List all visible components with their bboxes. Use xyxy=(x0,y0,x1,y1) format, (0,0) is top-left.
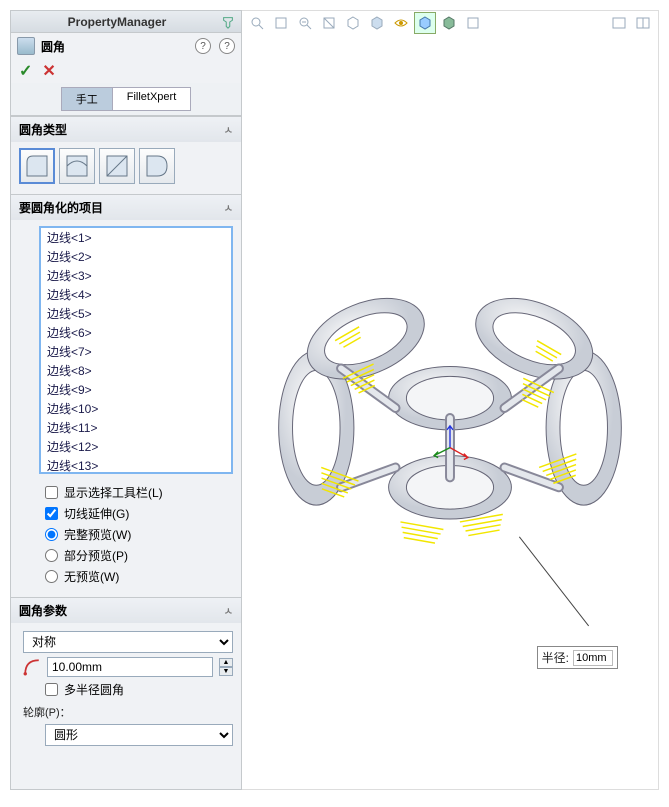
section-title: 要圆角化的项目 xyxy=(19,199,103,216)
section-fillet-type: 圆角类型 ㅅ xyxy=(11,116,241,194)
confirm-row: ✓ ✕ xyxy=(11,59,241,83)
chk-multi-radius[interactable]: 多半径圆角 xyxy=(19,679,233,700)
zoom-area-icon[interactable] xyxy=(270,12,292,34)
list-item[interactable]: 边线<5> xyxy=(41,304,231,323)
display-style-icon[interactable] xyxy=(366,12,388,34)
zoom-fit-icon[interactable] xyxy=(246,12,268,34)
profile-row: 圆形 xyxy=(19,722,233,748)
chevron-up-icon: ㅅ xyxy=(224,122,233,137)
type-full[interactable] xyxy=(139,148,175,184)
type-variable[interactable] xyxy=(59,148,95,184)
view-orient-icon[interactable] xyxy=(342,12,364,34)
callout-value[interactable] xyxy=(573,650,613,666)
radius-row: ▲▼ xyxy=(19,655,233,679)
feature-title-row: 圆角 ? ? xyxy=(11,33,241,59)
tab-manual[interactable]: 手工 xyxy=(61,87,113,111)
tab-filletxpert[interactable]: FilletXpert xyxy=(113,87,192,111)
list-item[interactable]: 边线<1> xyxy=(41,228,231,247)
help2-icon[interactable]: ? xyxy=(219,38,235,54)
list-item[interactable]: 边线<6> xyxy=(41,323,231,342)
pm-header: PropertyManager xyxy=(11,11,241,33)
list-item[interactable]: 边线<8> xyxy=(41,361,231,380)
chk-tangent[interactable]: 切线延伸(G) xyxy=(19,503,233,524)
radius-callout[interactable]: 半径: xyxy=(537,646,618,669)
radio-full-preview[interactable]: 完整预览(W) xyxy=(19,524,233,545)
model-view[interactable] xyxy=(242,37,658,789)
section-items: 要圆角化的项目 ㅅ 边线<1>边线<2>边线<3>边线<4>边线<5>边线<6>… xyxy=(11,194,241,597)
help-icon[interactable]: ? xyxy=(195,38,211,54)
viewport-layout-icon[interactable] xyxy=(608,12,630,34)
mode-tabs: 手工 FilletXpert xyxy=(11,83,241,116)
section-params: 圆角参数 ㅅ 对称 ▲▼ 多半径圆角 轮廓(P)： 圆形 xyxy=(11,597,241,758)
section-head-type[interactable]: 圆角类型 ㅅ xyxy=(11,117,241,142)
fillet-icon xyxy=(17,37,35,55)
chevron-up-icon: ㅅ xyxy=(224,603,233,618)
list-item[interactable]: 边线<4> xyxy=(41,285,231,304)
cancel-button[interactable]: ✕ xyxy=(42,61,55,81)
section-view-icon[interactable] xyxy=(318,12,340,34)
type-face[interactable] xyxy=(99,148,135,184)
apply-scene-icon[interactable] xyxy=(438,12,460,34)
list-item[interactable]: 边线<7> xyxy=(41,342,231,361)
pm-title: PropertyManager xyxy=(15,15,219,29)
radio-no-preview[interactable]: 无预览(W) xyxy=(19,566,233,587)
fillet-type-options xyxy=(19,148,233,184)
pin-icon[interactable] xyxy=(219,13,237,31)
prev-view-icon[interactable] xyxy=(294,12,316,34)
profile-label: 轮廓(P)： xyxy=(23,704,233,720)
hide-show-icon[interactable] xyxy=(390,12,412,34)
view-toolbar xyxy=(242,10,658,36)
list-item[interactable]: 边线<9> xyxy=(41,380,231,399)
list-item[interactable]: 边线<10> xyxy=(41,399,231,418)
type-constant[interactable] xyxy=(19,148,55,184)
callout-label: 半径: xyxy=(542,649,569,666)
list-item[interactable]: 边线<13> xyxy=(41,456,231,474)
section-head-params[interactable]: 圆角参数 ㅅ xyxy=(11,598,241,623)
list-item[interactable]: 边线<3> xyxy=(41,266,231,285)
radius-icon xyxy=(23,658,41,676)
section-title: 圆角类型 xyxy=(19,121,67,138)
section-head-items[interactable]: 要圆角化的项目 ㅅ xyxy=(11,195,241,220)
viewport-link-icon[interactable] xyxy=(632,12,654,34)
symmetry-select[interactable]: 对称 xyxy=(23,631,233,653)
feature-name: 圆角 xyxy=(41,38,187,55)
radius-input[interactable] xyxy=(47,657,213,677)
section-title: 圆角参数 xyxy=(19,602,67,619)
edge-selection-list[interactable]: 边线<1>边线<2>边线<3>边线<4>边线<5>边线<6>边线<7>边线<8>… xyxy=(39,226,233,474)
list-item[interactable]: 边线<2> xyxy=(41,247,231,266)
list-item[interactable]: 边线<11> xyxy=(41,418,231,437)
chevron-up-icon: ㅅ xyxy=(224,200,233,215)
radius-spinner[interactable]: ▲▼ xyxy=(219,658,233,676)
radio-partial-preview[interactable]: 部分预览(P) xyxy=(19,545,233,566)
edit-appearance-icon[interactable] xyxy=(414,12,436,34)
graphics-area[interactable]: 半径: xyxy=(242,10,659,790)
pm-body: 圆角类型 ㅅ 要圆角化的项目 ㅅ xyxy=(11,116,241,789)
symmetry-select-row: 对称 xyxy=(19,629,233,655)
property-manager-panel: PropertyManager 圆角 ? ? ✓ ✕ 手工 FilletXper… xyxy=(10,10,242,790)
chk-show-toolbar[interactable]: 显示选择工具栏(L) xyxy=(19,482,233,503)
view-settings-icon[interactable] xyxy=(462,12,484,34)
profile-select[interactable]: 圆形 xyxy=(45,724,233,746)
ok-button[interactable]: ✓ xyxy=(19,61,32,81)
list-item[interactable]: 边线<12> xyxy=(41,437,231,456)
